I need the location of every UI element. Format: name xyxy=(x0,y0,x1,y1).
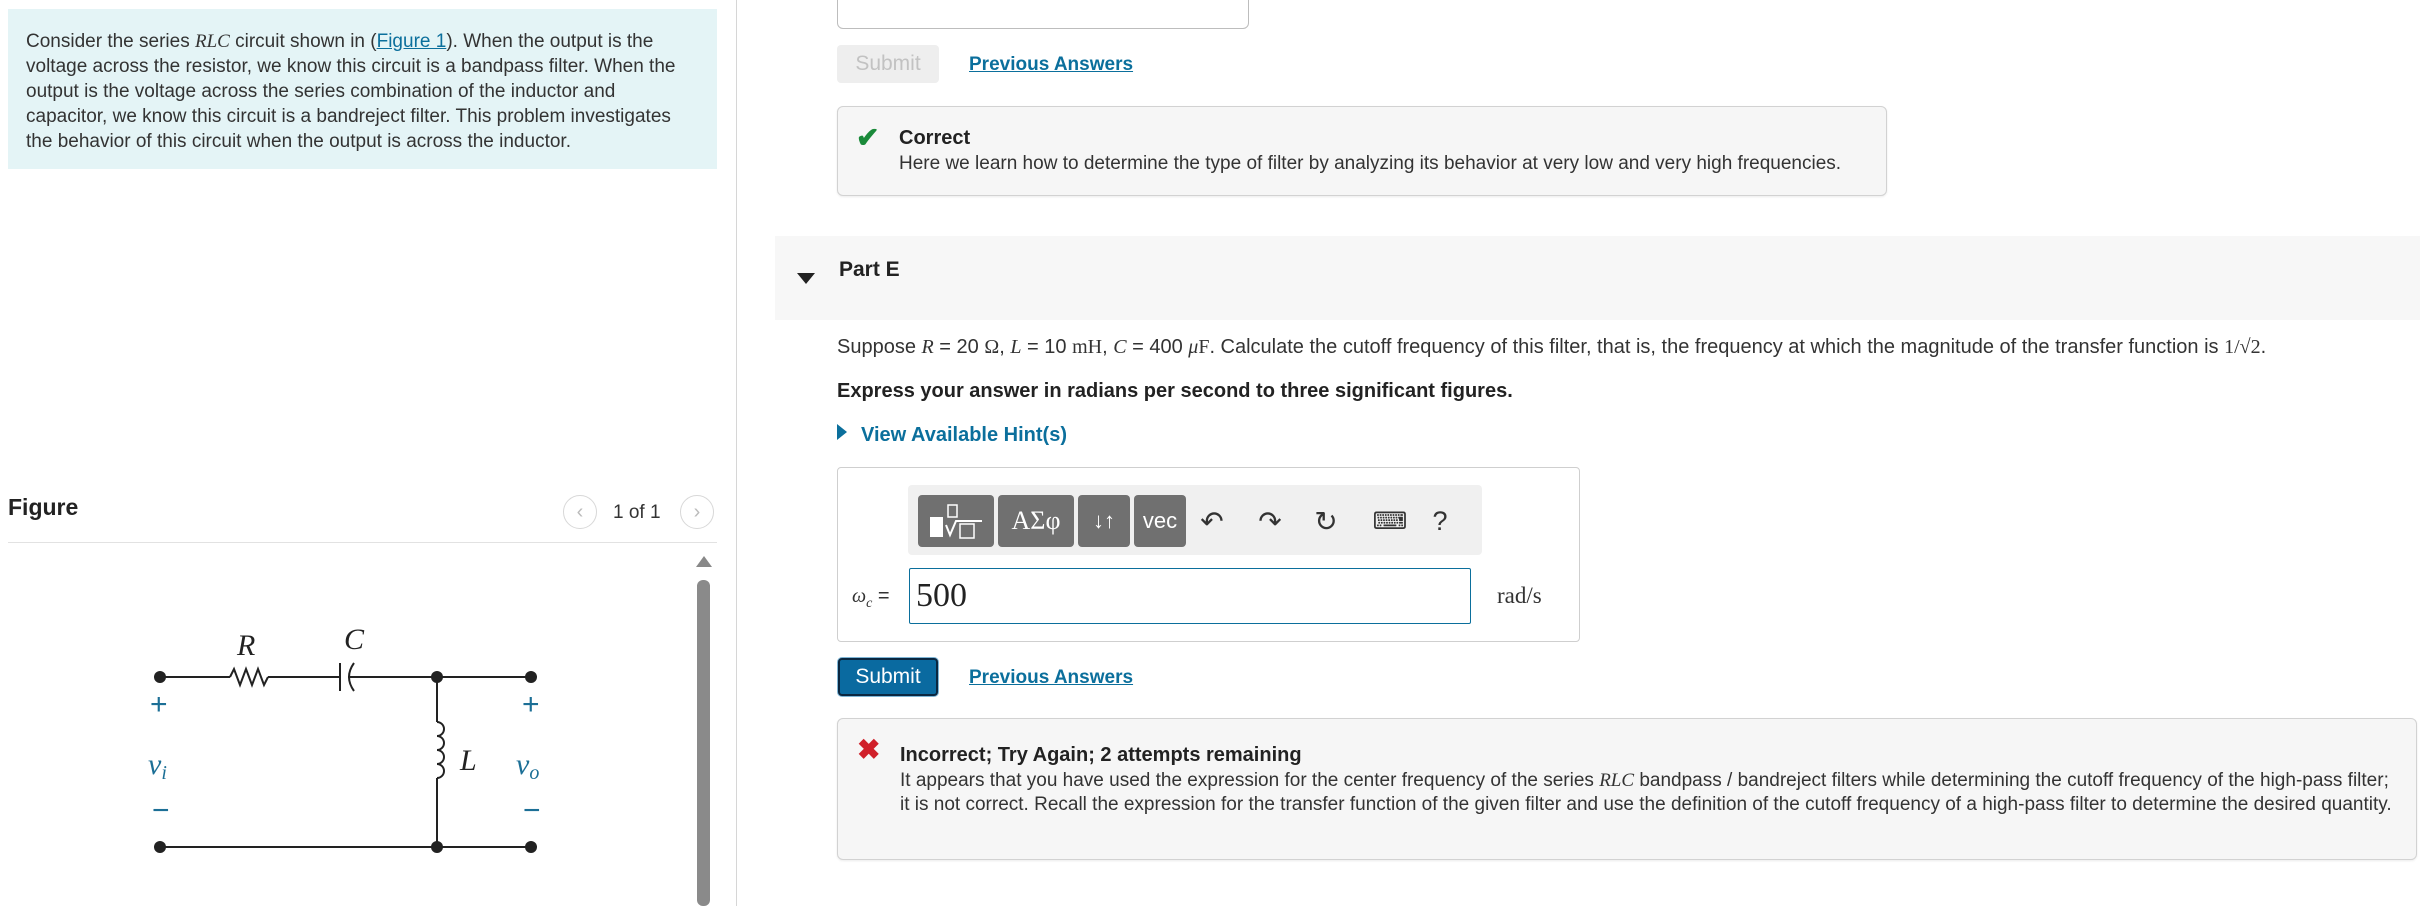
terminal-vo-bottom xyxy=(525,841,537,853)
terminal-vo-top xyxy=(525,671,537,683)
label-vi: vi xyxy=(148,748,167,784)
node-bottom xyxy=(431,841,443,853)
answer-box: ΑΣφ ↓↑ vec ↶ ↷ ↻ ⌨ ? ωc = rad/s xyxy=(837,467,1580,642)
templates-button[interactable] xyxy=(918,495,994,547)
part-e-header[interactable]: Part E xyxy=(775,236,2420,320)
intro-shown-in: circuit shown in ( xyxy=(229,31,377,52)
answer-unit: rad/s xyxy=(1497,583,1542,608)
label-r: R xyxy=(236,629,255,662)
label-l: L xyxy=(459,744,477,777)
symbols-button[interactable]: ΑΣφ xyxy=(998,495,1074,547)
math-toolbar: ΑΣφ ↓↑ vec ↶ ↷ ↻ ⌨ ? xyxy=(908,485,1482,555)
feedback-correct-title: Correct xyxy=(899,127,971,149)
figure-divider xyxy=(8,542,717,543)
question-text: Suppose R = 20 Ω, L = 10 mH, C = 400 μF.… xyxy=(837,336,2267,358)
figure-heading: Figure xyxy=(8,494,79,520)
undo-icon[interactable]: ↶ xyxy=(1190,495,1234,547)
hint-label: View Available Hint(s) xyxy=(861,424,1067,446)
answer-variable-label: ωc = xyxy=(852,585,890,611)
chevron-right-icon: › xyxy=(693,500,701,523)
figure-scrollbar-thumb[interactable] xyxy=(697,580,710,906)
left-panel: Consider the series RLC circuit shown in… xyxy=(0,0,736,906)
check-icon: ✔ xyxy=(856,122,880,153)
intro-circuit-name: RLC xyxy=(194,31,230,52)
submit-button[interactable]: Submit xyxy=(838,658,938,696)
previous-answers-link[interactable]: Previous Answers xyxy=(969,667,1133,689)
previous-part-answer-box xyxy=(837,0,1249,29)
feedback-incorrect: ✖ Incorrect; Try Again; 2 attempts remai… xyxy=(837,718,2417,860)
feedback-correct-body: Here we learn how to determine the type … xyxy=(899,153,1842,174)
vector-button[interactable]: vec xyxy=(1134,495,1186,547)
subscript-superscript-button[interactable]: ↓↑ xyxy=(1078,495,1130,547)
node-top xyxy=(431,671,443,683)
label-plus-vi: + xyxy=(150,688,168,721)
answer-instruction: Express your answer in radians per secon… xyxy=(837,380,1513,402)
figure-link[interactable]: Figure 1 xyxy=(377,31,447,52)
x-icon: ✖ xyxy=(857,734,881,765)
label-c: C xyxy=(344,623,365,656)
keyboard-icon[interactable]: ⌨ xyxy=(1364,495,1416,547)
transfer-magnitude-value: 1/√2 xyxy=(2224,336,2261,358)
feedback-correct: ✔ Correct Here we learn how to determine… xyxy=(837,106,1887,196)
label-minus-vi: − xyxy=(152,794,170,827)
view-hints-toggle[interactable]: View Available Hint(s) xyxy=(837,424,1067,447)
caret-down-icon xyxy=(797,273,815,284)
figure-next-button[interactable]: › xyxy=(680,495,714,529)
label-vo: vo xyxy=(516,748,539,784)
help-icon[interactable]: ? xyxy=(1418,495,1462,547)
resistor-symbol xyxy=(229,666,269,688)
panel-divider xyxy=(736,0,737,906)
label-plus-vo: + xyxy=(522,688,540,721)
previous-part-previous-answers-link[interactable]: Previous Answers xyxy=(969,54,1133,76)
scroll-up-arrow-icon[interactable] xyxy=(696,556,712,567)
intro-prefix: Consider the series xyxy=(26,31,195,52)
chevron-left-icon: ‹ xyxy=(576,500,584,523)
figure-counter: 1 of 1 xyxy=(613,502,661,523)
terminal-vi-top xyxy=(154,671,166,683)
reset-icon[interactable]: ↻ xyxy=(1304,495,1348,547)
previous-part-submit-button[interactable]: Submit xyxy=(837,45,939,83)
rlc-circuit-diagram: R C L + + − − vi vo xyxy=(148,623,541,853)
answer-input[interactable] xyxy=(909,568,1471,624)
terminal-vi-bottom xyxy=(154,841,166,853)
label-minus-vo: − xyxy=(523,794,541,827)
problem-intro: Consider the series RLC circuit shown in… xyxy=(8,9,717,169)
templates-icon xyxy=(930,504,982,539)
redo-icon[interactable]: ↷ xyxy=(1248,495,1292,547)
part-title: Part E xyxy=(839,258,900,281)
caret-right-icon xyxy=(837,424,847,440)
feedback-incorrect-body: It appears that you have used the expres… xyxy=(900,770,2392,815)
figure-prev-button[interactable]: ‹ xyxy=(563,495,597,529)
feedback-incorrect-title: Incorrect; Try Again; 2 attempts remaini… xyxy=(900,744,1302,766)
inductor-symbol xyxy=(436,721,445,779)
